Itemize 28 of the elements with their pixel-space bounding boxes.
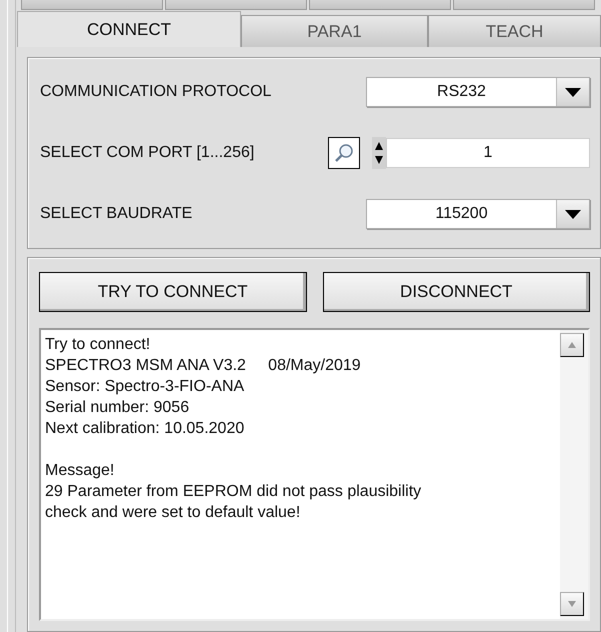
search-button[interactable] bbox=[328, 137, 360, 169]
caret-icon bbox=[565, 210, 581, 218]
log-line: Sensor: Spectro-3-FIO-ANA bbox=[45, 377, 246, 397]
tab[interactable]: CONNECT bbox=[17, 11, 241, 47]
input-field[interactable]: 1 bbox=[386, 138, 590, 168]
down-arrow-icon bbox=[568, 601, 576, 607]
tab[interactable]: TEACH bbox=[428, 15, 601, 47]
setting-label: SELECT COM PORT [1...256] bbox=[40, 144, 256, 162]
log-line: Serial number: 9056 bbox=[45, 398, 190, 418]
dropdown[interactable]: RS232 bbox=[366, 77, 590, 107]
setting-label: SELECT BAUDRATE bbox=[40, 205, 194, 223]
caret-icon bbox=[565, 88, 581, 96]
log-line: 29 Parameter from EEPROM did not pass plausibility bbox=[45, 482, 422, 502]
log-line: Next calibration: 10.05.2020 bbox=[45, 419, 246, 439]
magnifier-icon bbox=[333, 142, 355, 164]
log-line: Try to connect! bbox=[45, 335, 152, 355]
scroll-down-button[interactable] bbox=[560, 592, 584, 616]
up-arrow-icon bbox=[568, 342, 576, 348]
setting-label: COMMUNICATION PROTOCOL bbox=[40, 83, 272, 101]
log-line: SPECTRO3 MSM ANA V3.2 08/May/2019 bbox=[45, 356, 362, 376]
log-line: check and were set to default value! bbox=[45, 503, 302, 523]
dropdown[interactable]: 115200 bbox=[366, 199, 590, 229]
button[interactable]: DISCONNECT bbox=[322, 272, 590, 312]
spinner-arrows[interactable] bbox=[372, 137, 386, 169]
log-line: Message! bbox=[45, 461, 116, 481]
button[interactable]: TRY TO CONNECT bbox=[39, 272, 306, 312]
tab[interactable]: PARA1 bbox=[241, 15, 428, 47]
scroll-up-button[interactable] bbox=[560, 333, 584, 357]
